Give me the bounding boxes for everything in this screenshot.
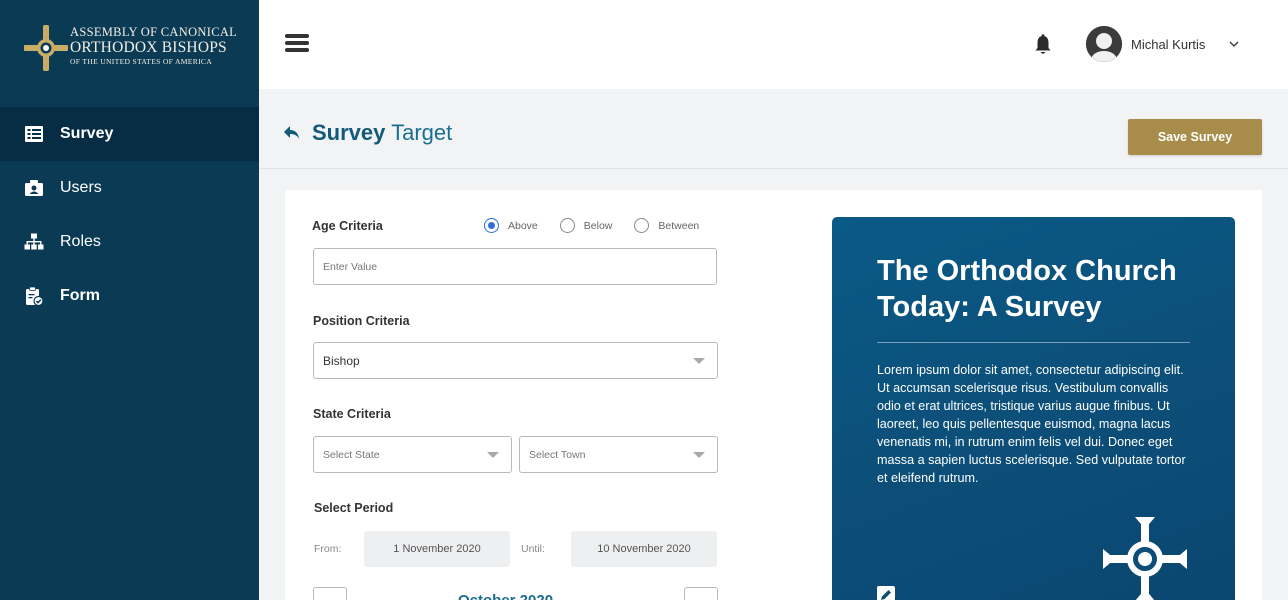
age-criteria-radio-group: Above Below Between <box>484 218 721 233</box>
sidebar-item-label: Form <box>60 287 100 304</box>
state-select[interactable]: Select State <box>313 436 512 473</box>
sidebar-item-label: Survey <box>60 125 114 142</box>
from-label: From: <box>314 543 342 555</box>
save-survey-button[interactable]: Save Survey <box>1128 119 1262 155</box>
brand-line-1: ASSEMBLY OF CANONICAL <box>70 25 238 39</box>
survey-target-card: Age Criteria Above Below Between Enter V… <box>285 190 1262 600</box>
pencil-edit-icon[interactable] <box>877 586 895 600</box>
age-value-placeholder: Enter Value <box>323 260 378 273</box>
radio-label: Between <box>658 219 700 232</box>
brand-line-2: ORTHODOX BISHOPS <box>70 38 227 56</box>
from-date-field[interactable]: 1 November 2020 <box>364 531 510 567</box>
page-title-rest: Target <box>391 120 453 145</box>
position-select[interactable]: Bishop <box>313 342 718 379</box>
form-check-icon <box>24 286 44 306</box>
radio-below[interactable]: Below <box>559 218 613 233</box>
users-icon <box>24 178 44 198</box>
radio-above[interactable]: Above <box>484 218 538 233</box>
info-panel-divider <box>877 342 1190 343</box>
sidebar-item-survey[interactable]: Survey <box>0 107 259 161</box>
sidebar-item-users[interactable]: Users <box>0 161 259 215</box>
sidebar-item-label: Users <box>60 179 102 196</box>
bell-icon[interactable] <box>1033 34 1053 56</box>
caret-down-icon <box>693 358 705 364</box>
select-period-label: Select Period <box>314 501 394 515</box>
brand-logo[interactable]: ASSEMBLY OF CANONICAL ORTHODOX BISHOPS O… <box>24 22 239 74</box>
hamburger-icon[interactable] <box>285 34 309 54</box>
town-select-placeholder: Select Town <box>529 448 586 461</box>
orthodox-cross-emblem-icon <box>1103 517 1187 600</box>
until-label: Until: <box>521 543 545 555</box>
caret-down-icon <box>487 452 499 458</box>
sidebar: ASSEMBLY OF CANONICAL ORTHODOX BISHOPS O… <box>0 0 259 600</box>
page-title: Survey Target <box>312 120 452 146</box>
brand-line-3: OF THE UNITED STATES OF AMERICA <box>70 57 213 66</box>
back-arrow-icon[interactable] <box>283 125 301 141</box>
orthodox-cross-logo-icon <box>24 25 68 71</box>
survey-info-panel: The Orthodox Church Today: A Survey Lore… <box>832 217 1235 600</box>
state-select-placeholder: Select State <box>323 448 380 461</box>
sidebar-nav: Survey Users Roles Form <box>0 107 259 323</box>
radio-between-circle[interactable] <box>634 218 650 233</box>
info-panel-title: The Orthodox Church Today: A Survey <box>877 255 1177 323</box>
info-panel-body: Lorem ipsum dolor sit amet, consectetur … <box>877 363 1186 485</box>
radio-label: Above <box>508 219 538 232</box>
age-criteria-label: Age Criteria <box>312 219 383 233</box>
caret-down-icon <box>693 452 705 458</box>
calendar-month-label: October 2020 <box>458 592 553 600</box>
town-select[interactable]: Select Town <box>519 436 718 473</box>
sidebar-item-form[interactable]: Form <box>0 269 259 323</box>
radio-below-circle[interactable] <box>559 218 575 233</box>
radio-label: Below <box>583 219 613 232</box>
chevron-down-icon[interactable] <box>1228 38 1240 50</box>
top-bar: Michal Kurtis <box>259 0 1288 89</box>
position-select-value: Bishop <box>323 353 360 368</box>
avatar[interactable] <box>1086 26 1122 62</box>
radio-above-circle[interactable] <box>484 218 499 233</box>
radio-between[interactable]: Between <box>634 218 699 233</box>
page-header: Survey Target Save Survey <box>259 89 1288 169</box>
sidebar-item-roles[interactable]: Roles <box>0 215 259 269</box>
age-value-input[interactable]: Enter Value <box>313 248 717 285</box>
user-name[interactable]: Michal Kurtis <box>1131 37 1205 52</box>
position-criteria-label: Position Criteria <box>313 314 410 328</box>
hierarchy-icon <box>24 232 44 252</box>
until-date-field[interactable]: 10 November 2020 <box>571 531 717 567</box>
calendar-prev-button[interactable] <box>313 587 347 600</box>
page-title-bold: Survey <box>312 120 386 145</box>
brand-text: ASSEMBLY OF CANONICAL ORTHODOX BISHOPS O… <box>70 26 237 66</box>
sidebar-item-label: Roles <box>60 233 101 250</box>
list-icon <box>24 124 44 144</box>
calendar-next-button[interactable] <box>684 587 718 600</box>
state-criteria-label: State Criteria <box>313 407 391 421</box>
